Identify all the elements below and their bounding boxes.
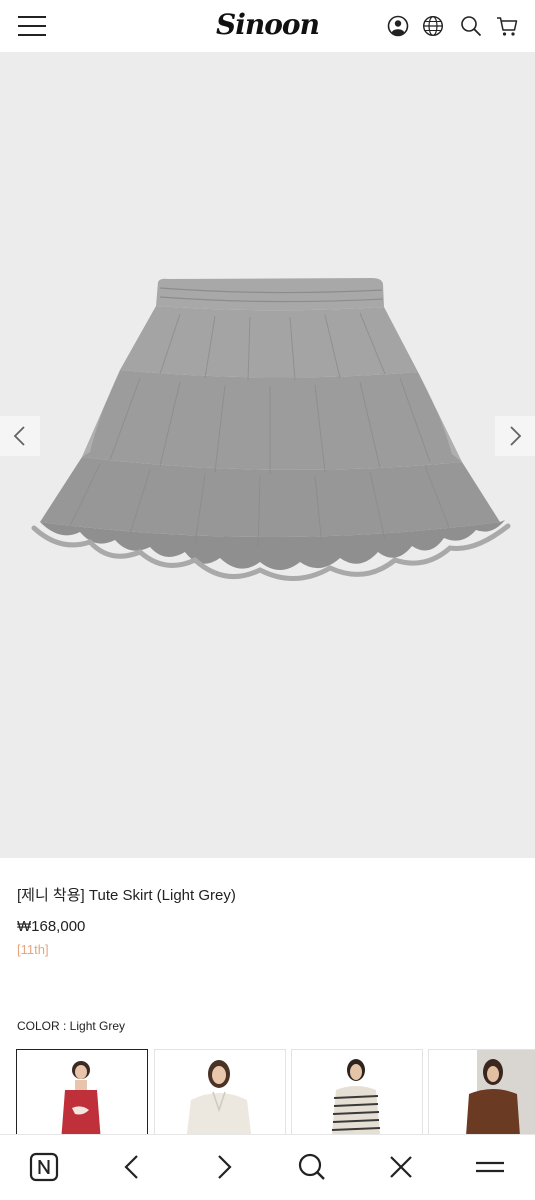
user-icon[interactable] (387, 15, 409, 37)
globe-icon[interactable] (422, 15, 444, 37)
site-logo[interactable]: Sinoon (0, 8, 535, 41)
model-image (186, 1060, 252, 1139)
cart-icon[interactable] (496, 15, 518, 37)
forward-icon[interactable] (205, 1149, 241, 1185)
search-icon[interactable] (294, 1149, 330, 1185)
menu-icon[interactable] (472, 1149, 508, 1185)
swatch-brown-jacket[interactable] (428, 1049, 535, 1139)
model-image (331, 1059, 381, 1139)
swatch-red-top[interactable] (16, 1049, 148, 1139)
site-header: Sinoon (0, 0, 535, 52)
chevron-left-icon (13, 426, 25, 446)
naver-n-icon[interactable] (26, 1149, 62, 1185)
color-swatch-list (16, 1049, 535, 1139)
carousel-next-button[interactable] (495, 416, 535, 456)
carousel-prev-button[interactable] (0, 416, 40, 456)
model-image (465, 1050, 535, 1139)
model-image (61, 1061, 101, 1139)
close-icon[interactable] (383, 1149, 419, 1185)
product-title: [제니 착용] Tute Skirt (Light Grey) (17, 887, 236, 904)
color-label: COLOR : Light Grey (17, 1019, 126, 1033)
skirt-image (31, 278, 511, 581)
product-tag: [11th] (17, 942, 49, 957)
swatch-striped-top[interactable] (291, 1049, 423, 1139)
product-image-carousel[interactable] (0, 52, 535, 858)
browser-bottom-bar (0, 1134, 535, 1200)
back-icon[interactable] (115, 1149, 151, 1185)
chevron-right-icon (510, 426, 522, 446)
product-price: ₩168,000 (17, 918, 86, 935)
swatch-white-shirt[interactable] (154, 1049, 286, 1139)
search-icon[interactable] (460, 15, 482, 37)
